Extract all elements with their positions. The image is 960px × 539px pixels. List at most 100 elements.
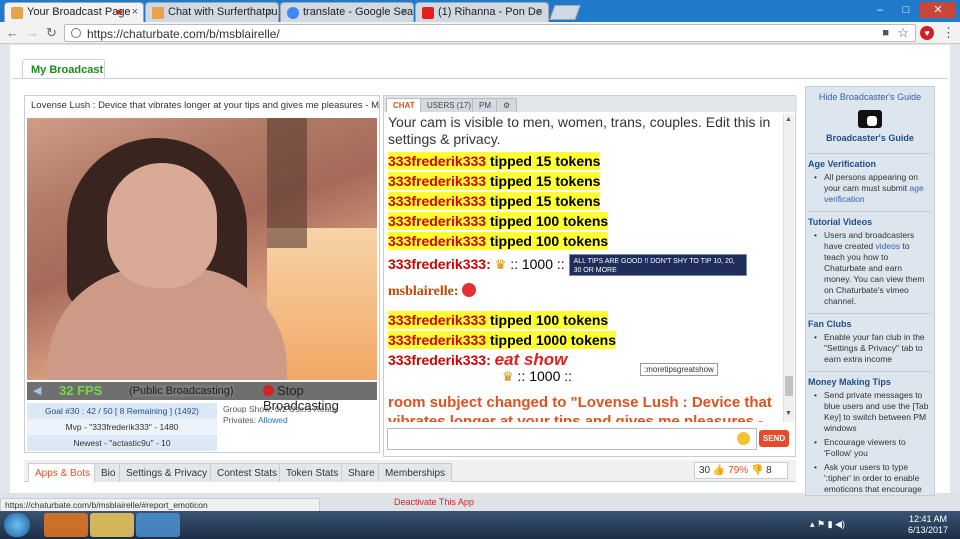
broadcast-status: (Public Broadcasting) xyxy=(129,385,234,397)
reload-icon[interactable]: ↻ xyxy=(46,25,57,41)
video-person-face xyxy=(107,163,217,288)
window-controls: – □ ✕ xyxy=(868,2,956,18)
maximize-button[interactable]: □ xyxy=(894,2,918,18)
browser-menu-icon[interactable]: ⋮ xyxy=(942,25,955,41)
tab-memberships[interactable]: Memberships xyxy=(378,463,453,482)
webcam-video[interactable] xyxy=(27,118,377,380)
tab-close-icon[interactable]: × xyxy=(402,6,408,18)
tip-text: tipped 15 tokens xyxy=(486,153,601,169)
privates-allowed-link[interactable]: Allowed xyxy=(258,415,288,425)
browser-tab-translate[interactable]: translate - Google Search × xyxy=(280,2,414,22)
chat-notice: Your cam is visible to men, women, trans… xyxy=(388,114,771,147)
goal-stats: Goal #30 : 42 / 50 [ 8 Remaining ] (1492… xyxy=(27,403,217,451)
camera-in-use-icon[interactable]: ■ xyxy=(882,27,889,39)
send-button[interactable]: SEND xyxy=(759,430,789,447)
deactivate-app-link[interactable]: Deactivate This App xyxy=(394,497,474,507)
sidebar-heading-money-making-tips: Money Making Tips xyxy=(808,377,891,387)
browser-tab-youtube[interactable]: (1) Rihanna - Pon De × xyxy=(415,2,549,22)
thumbs-down-icon: 👎 xyxy=(750,465,764,476)
emoji-smiley-icon[interactable] xyxy=(737,432,750,445)
tipper-username[interactable]: 333frederik333 xyxy=(388,213,486,229)
bookmark-star-icon[interactable]: ☆ xyxy=(897,25,909,41)
chrome-taskbar-icon[interactable] xyxy=(136,513,180,537)
tipper-username[interactable]: 333frederik333 xyxy=(388,153,486,169)
chat-input-row: SEND xyxy=(387,428,793,452)
google-favicon-icon xyxy=(287,7,299,19)
scroll-down-arrow-icon[interactable]: ▼ xyxy=(785,410,792,417)
browser-tab-label: (1) Rihanna - Pon De xyxy=(438,6,542,18)
extension-icon[interactable]: ♥ xyxy=(920,26,934,40)
sidebar-list-item: All persons appearing on your cam must s… xyxy=(806,172,934,205)
tip-text: tipped 1000 tokens xyxy=(486,332,617,349)
room-subject-notice: room subject changed to "Lovense Lush : … xyxy=(388,394,772,422)
browser-tab-broadcast[interactable]: Your Broadcast Page ● × xyxy=(4,2,144,22)
tab-pm[interactable]: PM xyxy=(472,98,498,112)
tipper-username[interactable]: 333frederik333 xyxy=(388,173,486,189)
tab-token-stats[interactable]: Token Stats xyxy=(279,463,346,482)
broadcaster-guide-title[interactable]: Broadcaster's Guide xyxy=(806,133,934,143)
broadcaster-guide-sidebar: Hide Broadcaster's Guide Broadcaster's G… xyxy=(805,86,935,496)
tab-my-broadcast[interactable]: My Broadcast xyxy=(22,59,105,79)
tip-message: 333frederik333 tipped 15 tokens xyxy=(388,172,601,190)
chat-username[interactable]: 333frederik333: xyxy=(388,352,491,368)
sidebar-heading-tutorial-videos: Tutorial Videos xyxy=(808,217,873,227)
tipper-username[interactable]: 333frederik333 xyxy=(388,332,486,348)
room-subject-title: Lovense Lush : Device that vibrates long… xyxy=(25,96,379,116)
tip-text: tipped 100 tokens xyxy=(486,213,609,229)
tab-share[interactable]: Share xyxy=(341,463,382,482)
tab-apps-bots[interactable]: Apps & Bots xyxy=(28,463,98,482)
videos-link[interactable]: videos xyxy=(876,241,901,251)
chat-settings-gear-icon[interactable]: ⚙ xyxy=(496,98,518,112)
tab-users[interactable]: USERS (17) xyxy=(420,98,479,112)
tip-message: 333frederik333 tipped 100 tokens xyxy=(388,311,609,330)
video-panel: Lovense Lush : Device that vibrates long… xyxy=(24,95,380,453)
back-arrow-icon[interactable]: ← xyxy=(6,25,19,40)
chat-input[interactable] xyxy=(387,428,757,450)
media-player-taskbar-icon[interactable] xyxy=(44,513,88,537)
speaker-icon[interactable]: ◀ xyxy=(33,384,41,397)
sidebar-divider xyxy=(808,211,932,212)
mvp-row: Mvp - "333frederik333" - 1480 xyxy=(27,419,217,435)
tab-settings-privacy[interactable]: Settings & Privacy xyxy=(119,463,215,482)
scroll-up-arrow-icon[interactable]: ▲ xyxy=(785,116,792,123)
fps-readout: 32 FPS xyxy=(59,383,103,398)
chat-messages: Your cam is visible to men, women, trans… xyxy=(388,114,780,422)
tab-chat[interactable]: CHAT xyxy=(386,98,422,112)
broadcaster-username[interactable]: msblairelle: xyxy=(388,284,459,299)
browser-tab-strip: Your Broadcast Page ● × Chat with Surfer… xyxy=(0,0,960,22)
close-window-button[interactable]: ✕ xyxy=(920,2,956,18)
tab-close-icon[interactable]: × xyxy=(267,6,273,18)
tab-close-icon[interactable]: × xyxy=(132,6,138,18)
group-show-info: Group Show: 0/2 Users Ready Privates: Al… xyxy=(223,404,338,426)
privates-label: Privates: xyxy=(223,415,257,425)
chat-scrollbar[interactable]: ▲ ▼ xyxy=(783,114,794,422)
tipper-username[interactable]: 333frederik333 xyxy=(388,312,486,328)
forward-arrow-icon[interactable]: → xyxy=(26,25,39,40)
tipper-username[interactable]: 333frederik333 xyxy=(388,233,486,249)
system-tray-icons[interactable]: ▴ ⚑ ▮ ◀) xyxy=(810,519,845,530)
chat-scroll-thumb[interactable] xyxy=(785,376,793,396)
tipper-username[interactable]: 333frederik333 xyxy=(388,193,486,209)
taskbar-clock[interactable]: 12:41 AM 6/13/2017 xyxy=(900,514,956,536)
hide-guide-link[interactable]: Hide Broadcaster's Guide xyxy=(806,92,934,102)
chaturbate-favicon-icon xyxy=(152,7,164,19)
tip-text: tipped 100 tokens xyxy=(486,233,609,249)
minimize-button[interactable]: – xyxy=(868,2,892,18)
youtube-favicon-icon xyxy=(422,7,434,19)
camera-icon xyxy=(858,110,882,128)
chat-message-text: :: 1000 :: xyxy=(510,256,565,272)
chat-message-text: :: 1000 :: xyxy=(517,368,573,385)
address-bar[interactable]: https://chaturbate.com/b/msblairelle/ ■ … xyxy=(64,24,916,42)
browser-tab-chat[interactable]: Chat with Surferthatpuss × xyxy=(145,2,279,22)
file-explorer-taskbar-icon[interactable] xyxy=(90,513,134,537)
tip-text: tipped 15 tokens xyxy=(486,193,601,209)
start-button[interactable] xyxy=(4,513,30,537)
video-background-shadow xyxy=(267,118,307,248)
broadcast-bottom-tabs: Apps & Bots Bio Settings & Privacy Conte… xyxy=(24,460,796,482)
tab-contest-stats[interactable]: Contest Stats xyxy=(210,463,285,482)
new-tab-button[interactable] xyxy=(549,5,581,20)
tip-message: 333frederik333 tipped 100 tokens xyxy=(388,212,609,230)
chat-username[interactable]: 333frederik333: xyxy=(388,256,491,272)
tab-divider xyxy=(12,78,948,79)
tab-close-icon[interactable]: × xyxy=(537,6,543,18)
